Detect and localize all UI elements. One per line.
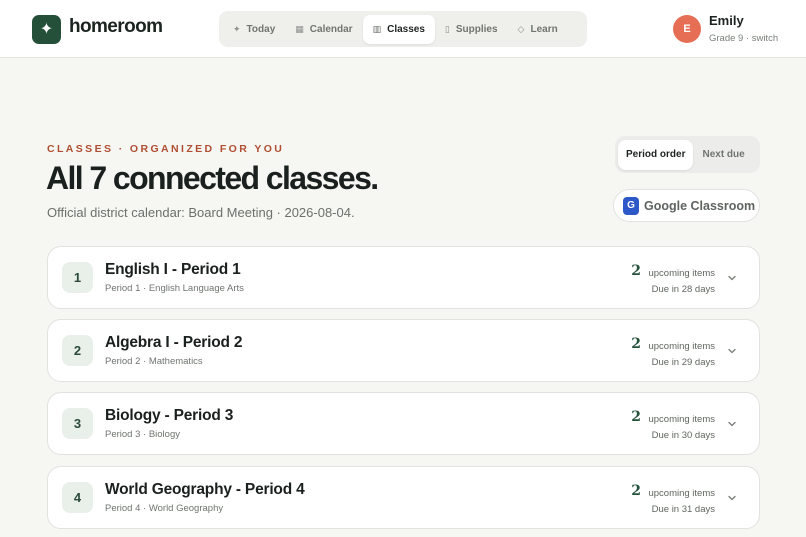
page-subtitle: Official district calendar: Board Meetin… — [47, 205, 355, 220]
period-badge: 1 — [62, 262, 93, 293]
upcoming-count: 2 — [631, 336, 641, 352]
nav-item-supplies[interactable]: ▯ Supplies — [435, 15, 508, 44]
class-name: Algebra I - Period 2 — [105, 334, 243, 351]
nav-item-label: Supplies — [455, 23, 498, 35]
page-title: All 7 connected classes. — [46, 160, 379, 196]
chevron-down-icon[interactable] — [727, 493, 737, 503]
page-eyebrow: CLASSES · ORGANIZED FOR YOU — [47, 143, 285, 155]
logo-sparkle-icon[interactable]: ✦ — [32, 15, 61, 44]
due-text: Due in 30 days — [651, 430, 715, 441]
class-meta: Period 1 · English Language Arts — [105, 283, 244, 294]
period-badge: 3 — [62, 408, 93, 439]
user-grade-line: Grade 9 · switch — [709, 33, 778, 44]
app-name[interactable]: homeroom — [69, 16, 163, 38]
supplies-icon: ▯ — [444, 23, 450, 34]
upcoming-label: upcoming items — [648, 414, 715, 425]
nav-item-label: Learn — [530, 23, 558, 35]
due-text: Due in 31 days — [651, 504, 715, 515]
class-meta: Period 2 · Mathematics — [105, 356, 203, 367]
class-card[interactable]: 3 Biology - Period 3 Period 3 · Biology … — [47, 392, 760, 455]
upcoming-count: 2 — [631, 263, 641, 279]
period-badge: 4 — [62, 482, 93, 513]
chevron-down-icon[interactable] — [727, 346, 737, 356]
upcoming-label: upcoming items — [648, 488, 715, 499]
upcoming-label: upcoming items — [648, 268, 715, 279]
nav-item-label: Calendar — [309, 23, 353, 35]
due-text: Due in 28 days — [651, 284, 715, 295]
period-badge: 2 — [62, 335, 93, 366]
nav-item-learn[interactable]: ◇ Learn — [508, 15, 568, 44]
chevron-down-icon[interactable] — [727, 273, 737, 283]
google-classroom-button[interactable]: G Google Classroom — [613, 189, 760, 222]
nav-item-classes[interactable]: ▥ Classes — [362, 14, 435, 44]
switch-user-link[interactable]: switch — [752, 33, 778, 44]
top-bar: ✦ homeroom ✦ Today ▦ Calendar ▥ Classes … — [0, 0, 806, 58]
class-card[interactable]: 4 World Geography - Period 4 Period 4 · … — [47, 466, 760, 529]
class-name: Biology - Period 3 — [105, 407, 234, 424]
sort-next-due-button[interactable]: Next due — [693, 140, 752, 170]
class-meta: Period 4 · World Geography — [105, 503, 224, 514]
due-text: Due in 29 days — [651, 357, 715, 368]
nav-item-today[interactable]: ✦ Today — [223, 15, 285, 44]
learn-icon: ◇ — [517, 23, 525, 34]
class-card[interactable]: 1 English I - Period 1 Period 1 · Englis… — [47, 246, 760, 309]
upcoming-label: upcoming items — [648, 341, 715, 352]
sort-toggle: Period order Next due — [615, 136, 760, 173]
calendar-icon: ▦ — [295, 23, 304, 34]
user-grade: Grade 9 — [709, 33, 744, 44]
upcoming-count: 2 — [631, 483, 641, 499]
nav-item-calendar[interactable]: ▦ Calendar — [285, 15, 362, 44]
class-card[interactable]: 2 Algebra I - Period 2 Period 2 · Mathem… — [47, 319, 760, 382]
nav-item-label: Today — [246, 23, 276, 35]
separator: · — [745, 33, 750, 44]
class-meta: Period 3 · Biology — [105, 429, 180, 440]
sort-period-order-button[interactable]: Period order — [618, 139, 694, 170]
nav-item-label: Classes — [387, 23, 425, 35]
google-classroom-icon: G — [623, 196, 639, 215]
class-name: English I - Period 1 — [105, 261, 241, 278]
main-nav: ✦ Today ▦ Calendar ▥ Classes ▯ Supplies … — [219, 11, 587, 47]
google-classroom-label: Google Classroom — [644, 198, 756, 213]
class-name: World Geography - Period 4 — [105, 481, 305, 498]
sparkle-icon: ✦ — [233, 23, 241, 34]
user-name: Emily — [709, 13, 744, 28]
upcoming-count: 2 — [631, 409, 641, 425]
avatar[interactable]: E — [673, 15, 701, 43]
classes-icon: ▥ — [372, 23, 382, 34]
chevron-down-icon[interactable] — [727, 419, 737, 429]
